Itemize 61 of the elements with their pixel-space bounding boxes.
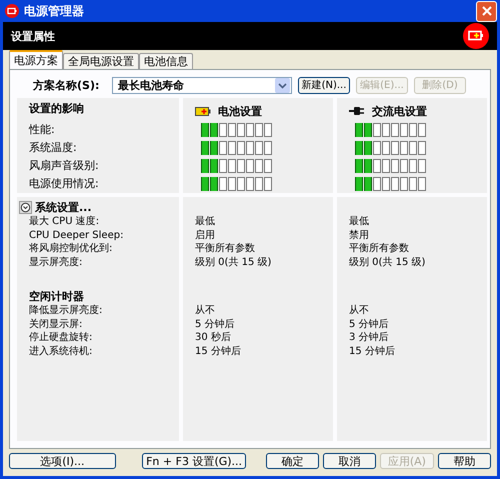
impact-label: 风扇声音级别: [29, 158, 100, 174]
column-title: 交流电设置 [372, 104, 427, 118]
setting-value: 3 分钟后 [349, 331, 390, 344]
level-meter [355, 177, 427, 191]
level-meter [355, 141, 427, 155]
impact-label: 性能: [29, 122, 56, 138]
level-meter [201, 141, 273, 155]
battery-icon [195, 106, 211, 116]
dialog-button[interactable]: 确定 [266, 453, 319, 469]
dialog-button[interactable]: 取消 [322, 453, 376, 469]
setting-value: 最低 [195, 215, 216, 228]
setting-value: 平衡所有参数 [349, 242, 410, 256]
plug-icon [349, 106, 365, 116]
setting-value: 从不 [349, 304, 370, 318]
level-meter [355, 159, 427, 173]
expand-icon[interactable] [19, 201, 32, 214]
setting-value: 从不 [195, 304, 216, 318]
dialog-button[interactable]: 选项(I)... [9, 453, 116, 469]
setting-value: 禁用 [349, 228, 370, 242]
setting-value: 5 分钟后 [195, 318, 236, 331]
tab[interactable]: 全局电源设置 [63, 53, 139, 69]
setting-label: 进入系统待机: [29, 344, 94, 358]
tab[interactable]: 电池信息 [139, 53, 193, 69]
setting-label: CPU Deeper Sleep: [29, 228, 124, 242]
close-button[interactable] [476, 0, 497, 22]
scheme-button[interactable]: 新建(N)... [298, 76, 350, 94]
level-meter [201, 159, 273, 173]
setting-value: 级别 0(共 15 级) [195, 256, 272, 269]
dialog-button[interactable]: Fn + F3 设置(G)... [142, 453, 246, 469]
setting-value: 启用 [195, 228, 216, 242]
setting-value: 最低 [349, 215, 370, 228]
dialog-button[interactable]: 帮助 [438, 453, 491, 469]
scheme-label: 方案名称(S): [33, 78, 100, 92]
header-title: 设置属性 [11, 28, 55, 44]
setting-label: 停止硬盘旋转: [29, 331, 94, 344]
level-meter [201, 177, 273, 191]
setting-label: 关闭显示屏: [29, 318, 84, 331]
section-title: 设置的影响 [29, 101, 85, 117]
setting-label: 最大 CPU 速度: [29, 215, 100, 228]
setting-label: 降低显示屏亮度: [29, 304, 104, 318]
setting-value: 5 分钟后 [349, 318, 390, 331]
setting-value: 级别 0(共 15 级) [349, 256, 426, 269]
setting-value: 平衡所有参数 [195, 242, 256, 256]
tab[interactable]: 电源方案 [9, 50, 63, 69]
window-title: 电源管理器 [24, 2, 84, 20]
setting-value: 15 分钟后 [349, 344, 396, 358]
impact-label: 系统温度: [29, 140, 78, 156]
setting-label: 显示屏亮度: [29, 256, 84, 269]
impact-label: 电源使用情况: [29, 176, 100, 192]
level-meter [201, 123, 273, 137]
setting-value: 15 分钟后 [195, 344, 242, 358]
battery-icon [5, 4, 19, 18]
setting-label: 将风扇控制优化到: [29, 242, 114, 256]
column-title: 电池设置 [218, 104, 262, 118]
setting-value: 30 秒后 [195, 331, 232, 344]
section-title: 空闲计时器 [29, 289, 85, 304]
close-icon [482, 6, 492, 16]
level-meter [355, 123, 427, 137]
section-title[interactable]: 系统设置... [35, 200, 92, 215]
scheme-dropdown[interactable]: 最长电池寿命 [112, 76, 292, 94]
battery-icon [463, 23, 489, 49]
